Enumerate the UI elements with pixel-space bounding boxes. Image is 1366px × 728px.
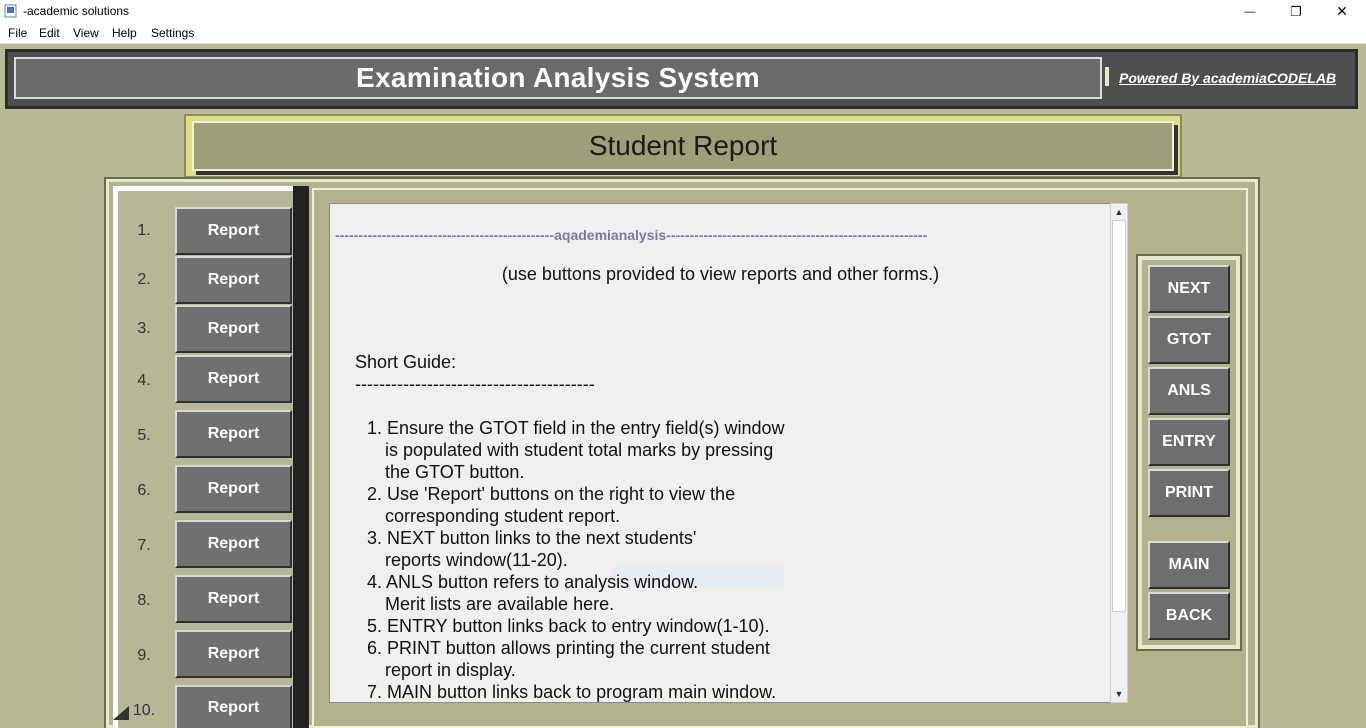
print-button[interactable]: PRINT — [1148, 469, 1230, 517]
app-icon — [4, 4, 17, 18]
page-title: Student Report — [588, 130, 778, 161]
report-button-8[interactable]: Report — [175, 575, 292, 623]
menu-file[interactable]: File — [8, 26, 27, 40]
report-button-10[interactable]: Report — [175, 685, 292, 728]
guide-title: Short Guide: — [355, 352, 457, 372]
report-number: 9. — [137, 647, 151, 664]
report-button-5[interactable]: Report — [175, 410, 292, 458]
report-button-2[interactable]: Report — [175, 256, 292, 304]
report-button-1[interactable]: Report — [175, 207, 292, 255]
report-button-7[interactable]: Report — [175, 520, 292, 568]
guide-line: report in display. — [385, 660, 516, 680]
close-button[interactable]: ✕ — [1319, 0, 1365, 23]
anls-button[interactable]: ANLS — [1148, 367, 1230, 415]
header-title-box: Examination Analysis System — [14, 57, 1102, 99]
app-title: Examination Analysis System — [356, 62, 760, 93]
report-divider: ----------------------------------------… — [335, 227, 928, 243]
menu-settings[interactable]: Settings — [151, 26, 194, 40]
guide-line: reports window(11-20). — [385, 550, 568, 570]
report-button-9[interactable]: Report — [175, 630, 292, 678]
menu-bar — [0, 23, 1366, 43]
minimize-button[interactable]: — — [1227, 0, 1273, 23]
scroll-up-icon[interactable]: ▲ — [1110, 204, 1128, 220]
powered-accent — [1105, 67, 1109, 86]
guide-line: 7. MAIN button links back to program mai… — [367, 682, 777, 702]
menu-help[interactable]: Help — [112, 26, 137, 40]
panel-divider — [293, 186, 309, 728]
minimize-icon: — — [1244, 5, 1256, 18]
scroll-thumb[interactable] — [1112, 220, 1126, 612]
guide-line: 1. Ensure the GTOT field in the entry fi… — [367, 418, 785, 438]
guide-line: corresponding student report. — [385, 506, 621, 526]
guide-line: Merit lists are available here. — [385, 594, 615, 614]
guide-line: 6. PRINT button allows printing the curr… — [367, 638, 770, 658]
report-number: 10. — [132, 702, 156, 719]
report-button-6[interactable]: Report — [175, 465, 292, 513]
report-number: 3. — [137, 320, 151, 337]
report-button-4[interactable]: Report — [175, 355, 292, 403]
main-button[interactable]: MAIN — [1148, 541, 1230, 589]
guide-line: 2. Use 'Report' buttons on the right to … — [367, 484, 736, 504]
gtot-button[interactable]: GTOT — [1148, 316, 1230, 364]
scroll-down-icon[interactable]: ▼ — [1110, 686, 1128, 702]
next-button[interactable]: NEXT — [1148, 265, 1230, 313]
guide-underline: ---------------------------------------- — [355, 374, 595, 394]
close-icon: ✕ — [1336, 3, 1348, 19]
report-number: 7. — [137, 537, 151, 554]
restore-icon: ❐ — [1290, 3, 1302, 19]
window-title: -academic solutions — [23, 4, 130, 18]
report-number: 2. — [137, 271, 151, 288]
entry-button[interactable]: ENTRY — [1148, 418, 1230, 466]
back-button[interactable]: BACK — [1148, 592, 1230, 640]
title-bar — [0, 0, 1366, 23]
restore-button[interactable]: ❐ — [1273, 0, 1319, 23]
menu-separator — [0, 43, 1366, 44]
instruction-text: (use buttons provided to view reports an… — [501, 264, 940, 284]
report-number: 8. — [137, 592, 151, 609]
report-number: 1. — [137, 222, 151, 239]
guide-line: the GTOT button. — [385, 462, 525, 482]
guide-line: 3. NEXT button links to the next student… — [367, 528, 697, 548]
menu-edit[interactable]: Edit — [39, 26, 60, 40]
guide-line: 5. ENTRY button links back to entry wind… — [367, 616, 770, 636]
guide-line: 4. ANLS button refers to analysis window… — [367, 572, 699, 592]
report-number: 6. — [137, 482, 151, 499]
menu-view[interactable]: View — [73, 26, 99, 40]
report-number: 5. — [137, 427, 151, 444]
powered-by-link[interactable]: Powered By academiaCODELAB — [1119, 70, 1336, 86]
report-number: 4. — [137, 372, 151, 389]
guide-line: is populated with student total marks by… — [385, 440, 774, 460]
resize-grip-icon — [113, 706, 129, 720]
report-button-3[interactable]: Report — [175, 305, 292, 353]
